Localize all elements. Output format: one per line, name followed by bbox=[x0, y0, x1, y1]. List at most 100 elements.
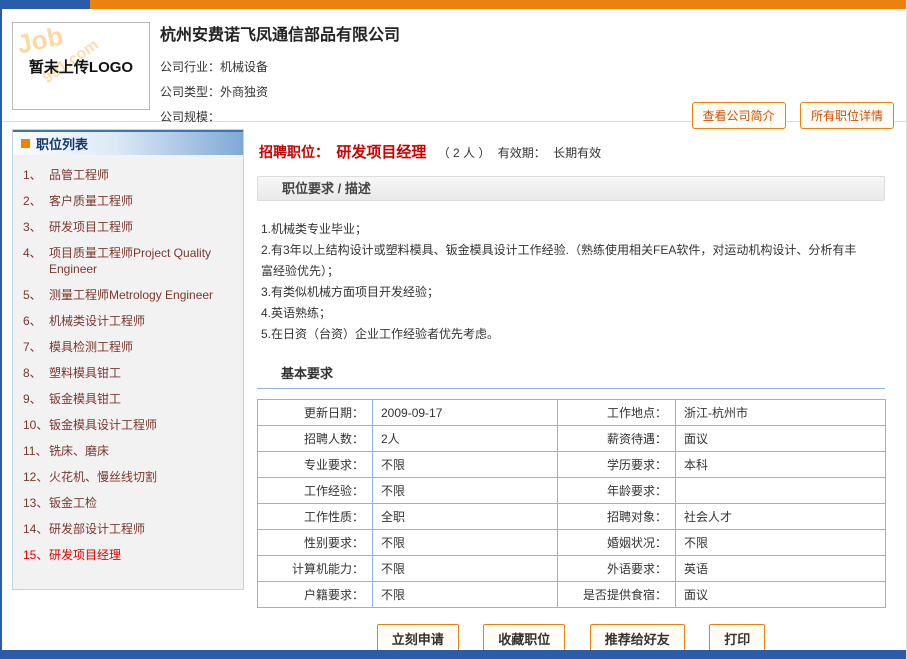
section-title-text: 职位要求 / 描述 bbox=[282, 181, 371, 196]
job-list-item[interactable]: 11、铣床、磨床 bbox=[23, 443, 237, 459]
job-list-item[interactable]: 5、测量工程师Metrology Engineer bbox=[23, 287, 237, 303]
field-label: 计算机能力： bbox=[258, 556, 373, 582]
job-item-label[interactable]: 项目质量工程师Project Quality Engineer bbox=[49, 245, 237, 277]
description-line: 2.有3年以上结构设计或塑料模具、钣金模具设计工作经验.（熟练使用相关FEA软件… bbox=[261, 240, 867, 282]
job-item-number: 12、 bbox=[23, 469, 49, 485]
job-item-number: 15、 bbox=[23, 547, 49, 563]
job-item-label[interactable]: 火花机、慢丝线切割 bbox=[49, 469, 157, 485]
job-list-item[interactable]: 14、研发部设计工程师 bbox=[23, 521, 237, 537]
job-item-label[interactable]: 研发项目工程师 bbox=[49, 219, 133, 235]
header-buttons: 查看公司简介 所有职位详情 bbox=[682, 102, 894, 129]
job-item-number: 2、 bbox=[23, 193, 49, 209]
job-item-label[interactable]: 研发部设计工程师 bbox=[49, 521, 145, 537]
field-value: 不限 bbox=[373, 452, 558, 478]
field-value bbox=[676, 478, 886, 504]
validity-label: 有效期： bbox=[498, 146, 546, 160]
basic-requirements-table: 更新日期： 2009-09-17 工作地点： 浙江-杭州市 招聘人数： 2人 薪… bbox=[257, 399, 886, 608]
table-row: 工作经验： 不限 年龄要求： bbox=[258, 478, 886, 504]
field-label: 公司行业： bbox=[160, 60, 220, 74]
job-item-number: 11、 bbox=[23, 443, 49, 459]
job-list: 1、品管工程师 2、客户质量工程师 3、研发项目工程师 4、项目质量工程师Pro… bbox=[13, 155, 243, 589]
field-value: 2009-09-17 bbox=[373, 400, 558, 426]
favorite-job-button[interactable]: 收藏职位 bbox=[483, 624, 565, 653]
job-list-item[interactable]: 13、钣金工检 bbox=[23, 495, 237, 511]
job-list-item[interactable]: 9、钣金模具钳工 bbox=[23, 391, 237, 407]
job-item-label[interactable]: 铣床、磨床 bbox=[49, 443, 109, 459]
job-list-item[interactable]: 10、钣金模具设计工程师 bbox=[23, 417, 237, 433]
field-label: 性别要求： bbox=[258, 530, 373, 556]
field-value: 2人 bbox=[373, 426, 558, 452]
field-label: 薪资待遇： bbox=[558, 426, 676, 452]
field-value: 面议 bbox=[676, 426, 886, 452]
table-row: 性别要求： 不限 婚姻状况： 不限 bbox=[258, 530, 886, 556]
field-label: 年龄要求： bbox=[558, 478, 676, 504]
job-item-number: 10、 bbox=[23, 417, 49, 433]
job-detail-main: 招聘职位： 研发项目经理 （ 2 人 ） 有效期： 长期有效 职位要求 / 描述… bbox=[251, 129, 896, 653]
job-item-label[interactable]: 钣金工检 bbox=[49, 495, 97, 511]
table-row: 工作性质： 全职 招聘对象： 社会人才 bbox=[258, 504, 886, 530]
job-item-number: 14、 bbox=[23, 521, 49, 537]
job-list-header: 职位列表 bbox=[13, 130, 243, 155]
field-label: 户籍要求： bbox=[258, 582, 373, 608]
job-item-number: 4、 bbox=[23, 245, 49, 277]
job-title-line: 招聘职位： 研发项目经理 （ 2 人 ） 有效期： 长期有效 bbox=[259, 141, 890, 162]
field-value: 不限 bbox=[373, 478, 558, 504]
all-job-details-button[interactable]: 所有职位详情 bbox=[800, 102, 894, 129]
view-company-profile-button[interactable]: 查看公司简介 bbox=[692, 102, 786, 129]
content-area: 职位列表 1、品管工程师 2、客户质量工程师 3、研发项目工程师 4、项目质量工… bbox=[2, 122, 906, 653]
job-list-item[interactable]: 7、模具检测工程师 bbox=[23, 339, 237, 355]
top-bar-orange-segment bbox=[90, 0, 906, 9]
apply-now-button[interactable]: 立刻申请 bbox=[377, 624, 459, 653]
print-button[interactable]: 打印 bbox=[709, 624, 765, 653]
top-bar bbox=[2, 0, 906, 9]
job-item-number: 9、 bbox=[23, 391, 49, 407]
job-item-label[interactable]: 模具检测工程师 bbox=[49, 339, 133, 355]
table-row: 专业要求： 不限 学历要求： 本科 bbox=[258, 452, 886, 478]
job-list-item[interactable]: 3、研发项目工程师 bbox=[23, 219, 237, 235]
validity-value: 长期有效 bbox=[553, 146, 601, 160]
job-list-title: 职位列表 bbox=[36, 134, 88, 153]
table-row: 计算机能力： 不限 外语要求： 英语 bbox=[258, 556, 886, 582]
recommend-to-friend-button[interactable]: 推荐给好友 bbox=[590, 624, 685, 653]
description-line: 4.英语熟练； bbox=[261, 303, 867, 324]
job-list-item[interactable]: 4、项目质量工程师Project Quality Engineer bbox=[23, 245, 237, 277]
job-list-item[interactable]: 12、火花机、慢丝线切割 bbox=[23, 469, 237, 485]
job-list-item[interactable]: 8、塑料模具钳工 bbox=[23, 365, 237, 381]
job-item-label[interactable]: 钣金模具钳工 bbox=[49, 391, 121, 407]
field-value: 不限 bbox=[373, 530, 558, 556]
field-label: 公司规模： bbox=[160, 110, 220, 124]
job-headcount: （ 2 人 ） bbox=[438, 146, 491, 160]
job-item-label[interactable]: 品管工程师 bbox=[49, 167, 109, 183]
job-list-item[interactable]: 6、机械类设计工程师 bbox=[23, 313, 237, 329]
job-item-label[interactable]: 客户质量工程师 bbox=[49, 193, 133, 209]
field-label: 是否提供食宿： bbox=[558, 582, 676, 608]
job-item-number: 6、 bbox=[23, 313, 49, 329]
field-label: 公司类型： bbox=[160, 85, 220, 99]
job-list-item[interactable]: 2、客户质量工程师 bbox=[23, 193, 237, 209]
job-list-item-current[interactable]: 15、研发项目经理 bbox=[23, 547, 237, 563]
field-label: 工作经验： bbox=[258, 478, 373, 504]
field-value: 英语 bbox=[676, 556, 886, 582]
action-buttons: 立刻申请 收藏职位 推荐给好友 打印 bbox=[257, 624, 885, 653]
field-value: 不限 bbox=[373, 556, 558, 582]
field-value: 浙江-杭州市 bbox=[676, 400, 886, 426]
job-item-label[interactable]: 塑料模具钳工 bbox=[49, 365, 121, 381]
section-job-description-title: 职位要求 / 描述 bbox=[257, 176, 885, 201]
field-label: 专业要求： bbox=[258, 452, 373, 478]
field-value: 不限 bbox=[676, 530, 886, 556]
field-value: 面议 bbox=[676, 582, 886, 608]
job-item-label[interactable]: 机械类设计工程师 bbox=[49, 313, 145, 329]
description-line: 3.有类似机械方面项目开发经验； bbox=[261, 282, 867, 303]
table-row: 户籍要求： 不限 是否提供食宿： 面议 bbox=[258, 582, 886, 608]
job-item-label[interactable]: 钣金模具设计工程师 bbox=[49, 417, 157, 433]
job-item-label[interactable]: 研发项目经理 bbox=[49, 547, 121, 563]
field-label: 招聘对象： bbox=[558, 504, 676, 530]
job-list-item[interactable]: 1、品管工程师 bbox=[23, 167, 237, 183]
job-title: 研发项目经理 bbox=[336, 144, 426, 161]
job-item-label[interactable]: 测量工程师Metrology Engineer bbox=[49, 287, 213, 303]
field-value: 不限 bbox=[373, 582, 558, 608]
field-value: 外商独资 bbox=[220, 85, 268, 99]
company-name: 杭州安费诺飞凤通信部品有限公司 bbox=[160, 21, 906, 45]
job-item-number: 7、 bbox=[23, 339, 49, 355]
field-label: 工作性质： bbox=[258, 504, 373, 530]
